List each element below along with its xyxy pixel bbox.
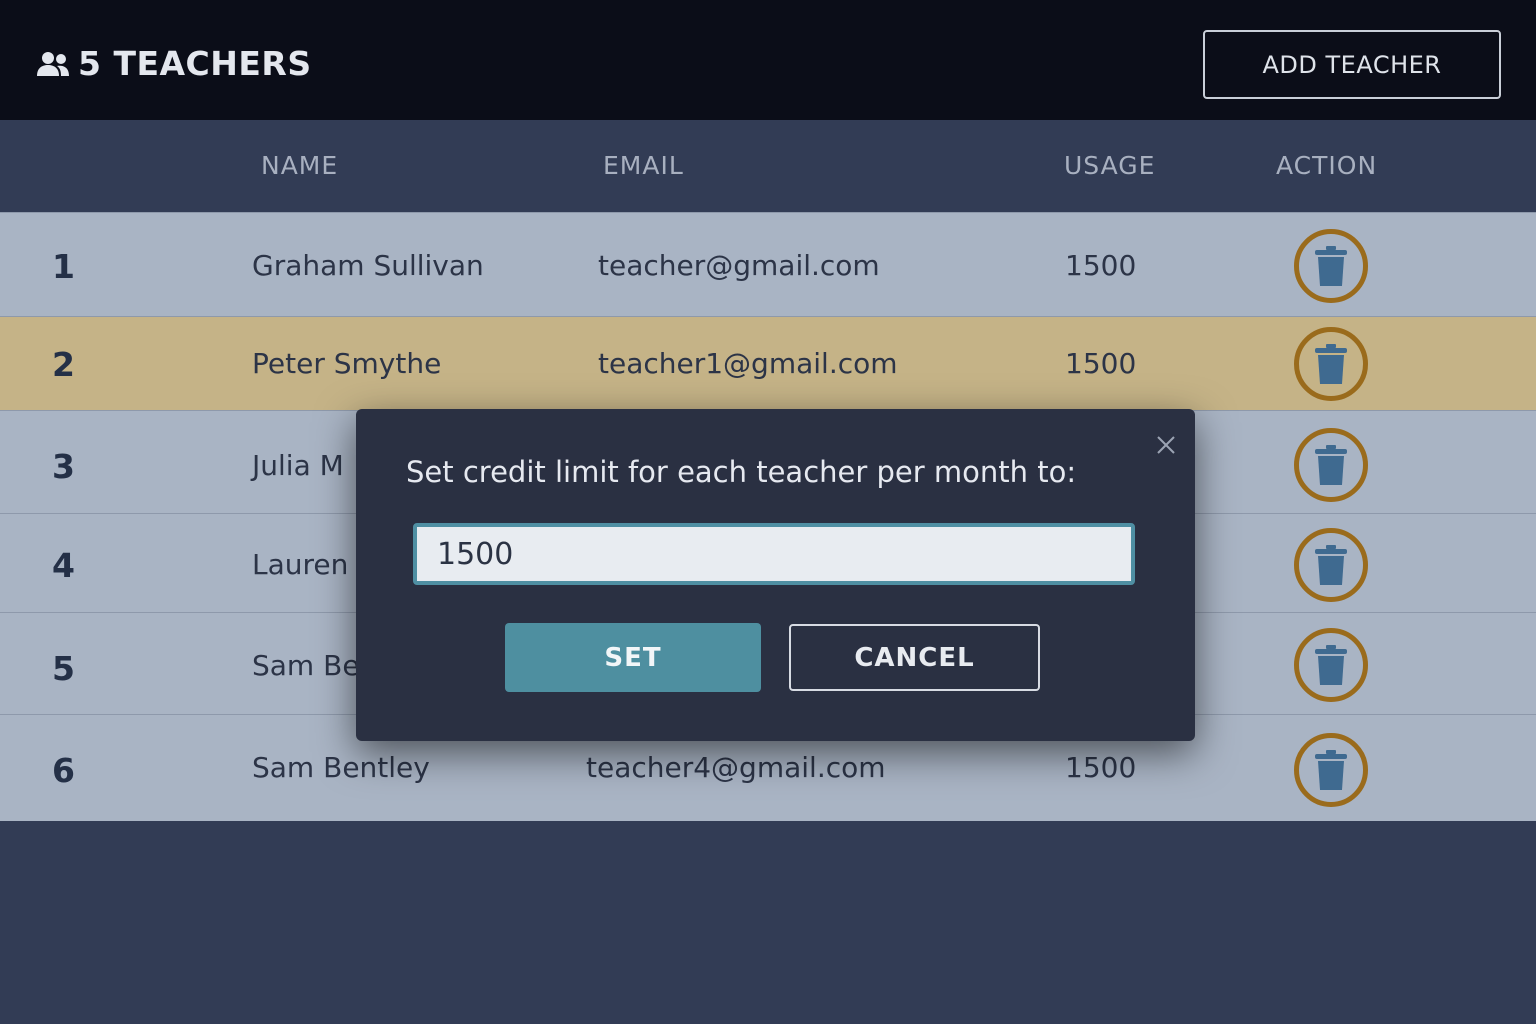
- cancel-button[interactable]: CANCEL: [789, 624, 1040, 691]
- row-usage: 1500: [1065, 249, 1137, 282]
- delete-button[interactable]: [1294, 428, 1368, 502]
- delete-button[interactable]: [1294, 229, 1368, 303]
- row-name: Graham Sullivan: [252, 249, 484, 282]
- delete-button[interactable]: [1294, 528, 1368, 602]
- column-header-usage: USAGE: [1064, 151, 1156, 180]
- row-email: teacher@gmail.com: [598, 249, 880, 282]
- trash-icon: [1315, 344, 1347, 384]
- trash-icon: [1315, 645, 1347, 685]
- row-index: 4: [52, 546, 75, 585]
- page-title-text: 5 TEACHERS: [78, 44, 312, 83]
- credit-limit-input[interactable]: [413, 523, 1135, 585]
- dialog-message: Set credit limit for each teacher per mo…: [406, 455, 1077, 489]
- row-index: 2: [52, 345, 75, 384]
- set-button[interactable]: SET: [505, 623, 761, 692]
- table-row: 2 Peter Smythe teacher1@gmail.com 1500: [0, 316, 1536, 410]
- column-header-email: EMAIL: [603, 151, 684, 180]
- users-icon: [36, 50, 70, 78]
- row-index: 5: [52, 649, 75, 688]
- row-name: Julia M: [252, 449, 344, 482]
- row-index: 6: [52, 751, 75, 790]
- row-index: 3: [52, 447, 75, 486]
- table-row: 1 Graham Sullivan teacher@gmail.com 1500: [0, 212, 1536, 316]
- row-index: 1: [52, 247, 75, 286]
- credit-limit-dialog: Set credit limit for each teacher per mo…: [356, 409, 1195, 741]
- close-icon[interactable]: [1154, 433, 1178, 457]
- delete-button[interactable]: [1294, 628, 1368, 702]
- delete-button[interactable]: [1294, 327, 1368, 401]
- row-name: Sam Be: [252, 649, 360, 682]
- trash-icon: [1315, 246, 1347, 286]
- trash-icon: [1315, 545, 1347, 585]
- row-name: Lauren: [252, 548, 349, 581]
- page-title: 5 TEACHERS: [36, 44, 312, 83]
- row-name: Peter Smythe: [252, 347, 442, 380]
- empty-area: [0, 821, 1536, 1024]
- row-email: teacher1@gmail.com: [598, 347, 898, 380]
- row-name: Sam Bentley: [252, 751, 430, 784]
- trash-icon: [1315, 445, 1347, 485]
- row-usage: 1500: [1065, 347, 1137, 380]
- teachers-page: 5 TEACHERS ADD TEACHER NAME EMAIL USAGE …: [0, 0, 1536, 1024]
- row-usage: 1500: [1065, 751, 1137, 784]
- column-header-action: ACTION: [1276, 151, 1378, 180]
- delete-button[interactable]: [1294, 733, 1368, 807]
- trash-icon: [1315, 750, 1347, 790]
- row-email: teacher4@gmail.com: [586, 751, 886, 784]
- column-header-name: NAME: [261, 151, 339, 180]
- top-bar: 5 TEACHERS ADD TEACHER: [0, 0, 1536, 120]
- add-teacher-button[interactable]: ADD TEACHER: [1203, 30, 1501, 99]
